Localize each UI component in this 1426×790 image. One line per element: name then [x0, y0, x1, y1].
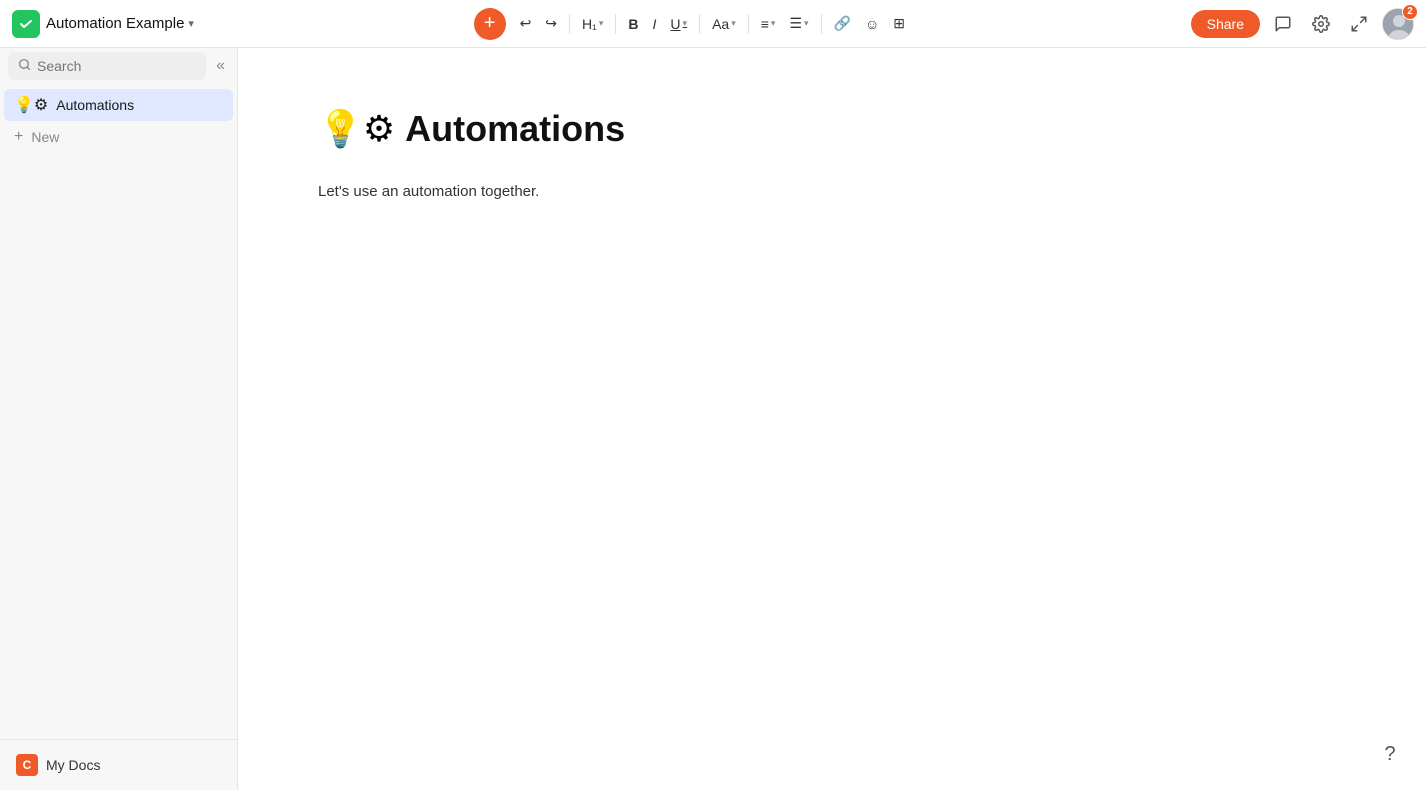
search-icon: [18, 58, 31, 74]
my-docs-item[interactable]: C My Docs: [8, 748, 229, 782]
font-button[interactable]: Aa ▾: [706, 9, 742, 39]
workspace-name-text: Automation Example: [46, 15, 184, 32]
sidebar-nav: 💡⚙ Automations + New: [0, 84, 237, 739]
my-docs-icon: C: [16, 754, 38, 776]
settings-button[interactable]: [1306, 9, 1336, 39]
new-plus-icon: +: [14, 128, 23, 146]
underline-chevron-icon: ▾: [683, 18, 688, 29]
automations-icon: 💡⚙: [14, 95, 48, 115]
workspace-chevron-icon: ▾: [188, 17, 194, 30]
undo-button[interactable]: ↩: [514, 9, 538, 39]
sidebar-new-item[interactable]: + New: [4, 122, 233, 152]
share-button[interactable]: Share: [1191, 10, 1260, 38]
avatar-wrap[interactable]: 2: [1382, 8, 1414, 40]
heading-chevron-icon: ▾: [599, 18, 604, 29]
comment-button[interactable]: [1268, 9, 1298, 39]
sidebar-item-automations[interactable]: 💡⚙ Automations: [4, 89, 233, 121]
search-row: «: [0, 48, 237, 84]
collapse-icon: «: [216, 57, 225, 74]
new-label: New: [31, 129, 59, 145]
add-button[interactable]: +: [474, 8, 506, 40]
bold-button[interactable]: B: [622, 9, 644, 39]
notification-badge: 2: [1402, 4, 1418, 20]
table-button[interactable]: ⊞: [887, 9, 911, 39]
link-button[interactable]: 🔗: [828, 9, 857, 39]
align-label: ≡: [761, 16, 769, 32]
search-bar[interactable]: [8, 52, 206, 80]
workspace-name[interactable]: Automation Example ▾: [46, 15, 194, 32]
my-docs-label: My Docs: [46, 757, 100, 773]
font-label: Aa: [712, 16, 729, 32]
font-chevron-icon: ▾: [731, 18, 736, 29]
toolbar: Automation Example ▾ + ↩ ↪ H₁ ▾ B I U ▾ …: [0, 0, 1426, 48]
help-button[interactable]: ?: [1374, 738, 1406, 770]
list-button[interactable]: ☰ ▾: [783, 9, 814, 39]
underline-label: U: [670, 16, 680, 32]
sidebar: « 💡⚙ Automations + New C My Docs: [0, 48, 238, 790]
toolbar-left: Automation Example ▾: [12, 10, 194, 38]
toolbar-right: Share 2: [1191, 8, 1414, 40]
heading-button[interactable]: H₁ ▾: [576, 9, 609, 39]
sidebar-collapse-button[interactable]: «: [212, 53, 229, 79]
search-input[interactable]: [37, 58, 196, 74]
align-chevron-icon: ▾: [771, 18, 776, 29]
page-title: Automations: [405, 108, 625, 150]
divider-5: [821, 14, 822, 34]
italic-button[interactable]: I: [647, 9, 663, 39]
toolbar-center: + ↩ ↪ H₁ ▾ B I U ▾ Aa ▾ ≡ ▾ ☰ ▾ �: [198, 8, 1187, 40]
align-button[interactable]: ≡ ▾: [755, 9, 782, 39]
list-label: ☰: [789, 15, 802, 32]
sidebar-bottom: C My Docs: [0, 739, 237, 790]
list-chevron-icon: ▾: [804, 18, 809, 29]
redo-button[interactable]: ↪: [539, 9, 563, 39]
divider-1: [569, 14, 570, 34]
emoji-button[interactable]: ☺: [859, 9, 885, 39]
page-emoji: 💡⚙: [318, 108, 395, 150]
page-title-row: 💡⚙ Automations: [318, 108, 1346, 150]
divider-3: [699, 14, 700, 34]
heading-label: H₁: [582, 16, 597, 32]
app-icon: [12, 10, 40, 38]
sidebar-item-automations-label: Automations: [56, 97, 134, 113]
main-layout: « 💡⚙ Automations + New C My Docs 💡⚙ Auto…: [0, 48, 1426, 790]
content-area: 💡⚙ Automations Let's use an automation t…: [238, 48, 1426, 790]
divider-2: [615, 14, 616, 34]
underline-button[interactable]: U ▾: [664, 9, 693, 39]
divider-4: [748, 14, 749, 34]
page-body: Let's use an automation together.: [318, 180, 1346, 204]
expand-button[interactable]: [1344, 9, 1374, 39]
